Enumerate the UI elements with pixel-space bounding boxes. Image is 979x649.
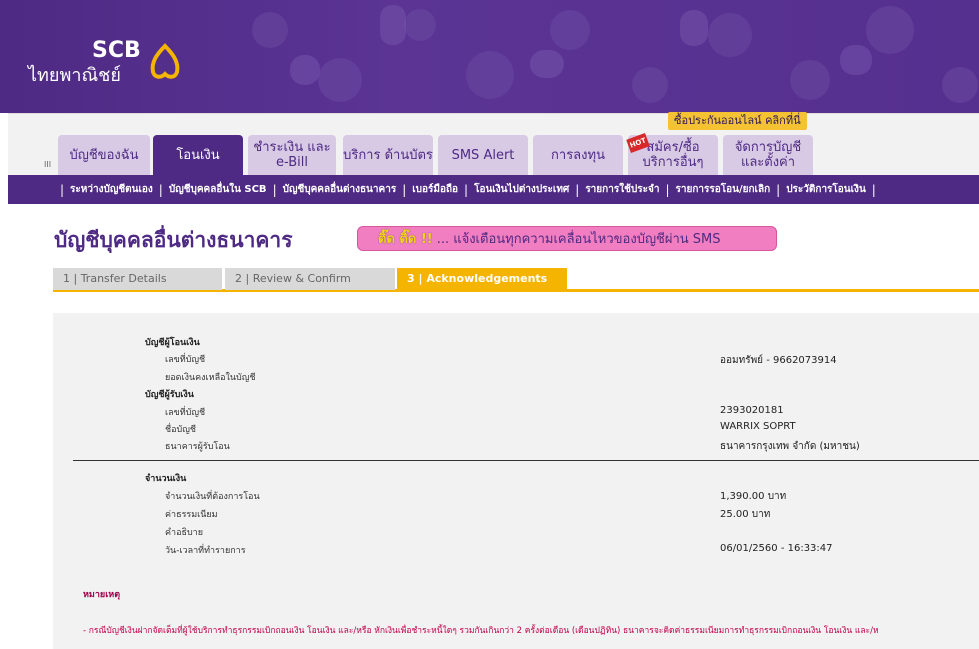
subnav-other-bank[interactable]: บัญชีบุคคลอื่นต่างธนาคาร	[277, 182, 403, 197]
to-bank-label: ธนาคารผู้รับโอน	[165, 442, 230, 452]
subnav-pending[interactable]: รายการรอโอน/ยกเลิก	[669, 182, 776, 197]
to-bank-value: ธนาคารกรุงเทพ จำกัด (มหาชน)	[720, 441, 860, 452]
amount-header: จำนวนเงิน	[145, 474, 187, 484]
subnav-international[interactable]: โอนเงินไปต่างประเทศ	[468, 182, 575, 197]
section-divider	[73, 460, 979, 461]
to-account-header: บัญชีผู้รับเงิน	[145, 390, 194, 400]
to-name-value: WARRIX SOPRT	[720, 421, 796, 432]
datetime-label: วัน-เวลาที่ทำรายการ	[165, 546, 246, 556]
to-account-value: 2393020181	[720, 405, 784, 416]
sms-banner-text: ... แจ้งเตือนทุกความเคลื่อนไหวของบัญชีผ่…	[436, 232, 721, 247]
subnav-other-scb[interactable]: บัญชีบุคคลอื่นใน SCB	[163, 182, 273, 197]
remark-body: - กรณีบัญชีเงินฝากจัดเต็มที่ผู้ใช้บริการ…	[83, 626, 879, 636]
fee-label: ค่าธรรมเนียม	[165, 510, 218, 520]
tab-sms-alert[interactable]: SMS Alert	[438, 135, 528, 175]
scb-logo-icon	[150, 43, 180, 79]
to-name-label: ชื่อบัญชี	[165, 425, 197, 435]
remark-title: หมายเหตุ	[83, 590, 121, 600]
tab-my-accounts[interactable]: บัญชีของฉัน	[58, 135, 150, 175]
fee-value: 25.00 บาท	[720, 509, 771, 520]
sms-alert-banner[interactable]: ติ๊ด ติ๊ด !! ... แจ้งเตือนทุกความเคลื่อน…	[357, 226, 777, 251]
datetime-value: 06/01/2560 - 16:33:47	[720, 543, 833, 554]
amount-value: 1,390.00 บาท	[720, 491, 787, 502]
tab-transfer[interactable]: โอนเงิน	[153, 135, 243, 175]
step-transfer-details: 1 | Transfer Details	[53, 268, 222, 290]
brand-name-th: ไทยพาณิชย์	[28, 65, 121, 86]
from-account-label: เลขที่บัญชี	[165, 355, 206, 365]
transfer-steps: 1 | Transfer Details 2 | Review & Confir…	[53, 268, 979, 292]
subnav-history[interactable]: ประวัติการโอนเงิน	[780, 182, 872, 197]
page-title: บัญชีบุคคลอื่นต่างธนาคาร	[54, 228, 293, 252]
amount-label: จำนวนเงินที่ต้องการโอน	[165, 492, 260, 502]
subnav-mobile-number[interactable]: เบอร์มือถือ	[406, 182, 464, 197]
tab-account-settings[interactable]: จัดการบัญชี และตั้งค่า	[723, 135, 813, 175]
transfer-subnav: | ระหว่างบัญชีตนเอง | บัญชีบุคคลอื่นใน S…	[8, 175, 979, 204]
tab-card-services[interactable]: บริการ ด้านบัตร	[343, 135, 433, 175]
sms-banner-ring: ติ๊ด ติ๊ด !!	[378, 232, 433, 247]
balance-label: ยอดเงินคงเหลือในบัญชี	[165, 373, 256, 383]
description-label: คำอธิบาย	[165, 528, 204, 538]
step-acknowledgements: 3 | Acknowledgements	[397, 268, 567, 290]
subnav-favorites[interactable]: รายการใช้ประจำ	[579, 182, 665, 197]
from-account-header: บัญชีผู้โอนเงิน	[145, 338, 200, 348]
step-review-confirm: 2 | Review & Confirm	[225, 268, 395, 290]
acknowledgement-panel: บัญชีผู้โอนเงิน เลขที่บัญชี ออมทรัพย์ - …	[53, 313, 979, 649]
subnav-separator: |	[871, 182, 876, 197]
to-account-label: เลขที่บัญชี	[165, 408, 206, 418]
header-banner: SCB ไทยพาณิชย์	[0, 0, 979, 113]
tab-marker: III	[44, 160, 52, 169]
tab-investment[interactable]: การลงทุน	[533, 135, 623, 175]
subnav-own-accounts[interactable]: ระหว่างบัญชีตนเอง	[64, 182, 159, 197]
from-account-value: ออมทรัพย์ - 9662073914	[720, 355, 837, 366]
insurance-promo-link[interactable]: ซื้อประกันออนไลน์ คลิกที่นี่	[668, 112, 807, 130]
tab-payment-ebill[interactable]: ชำระเงิน และ e-Bill	[248, 135, 336, 175]
banner-pattern	[252, 5, 978, 103]
